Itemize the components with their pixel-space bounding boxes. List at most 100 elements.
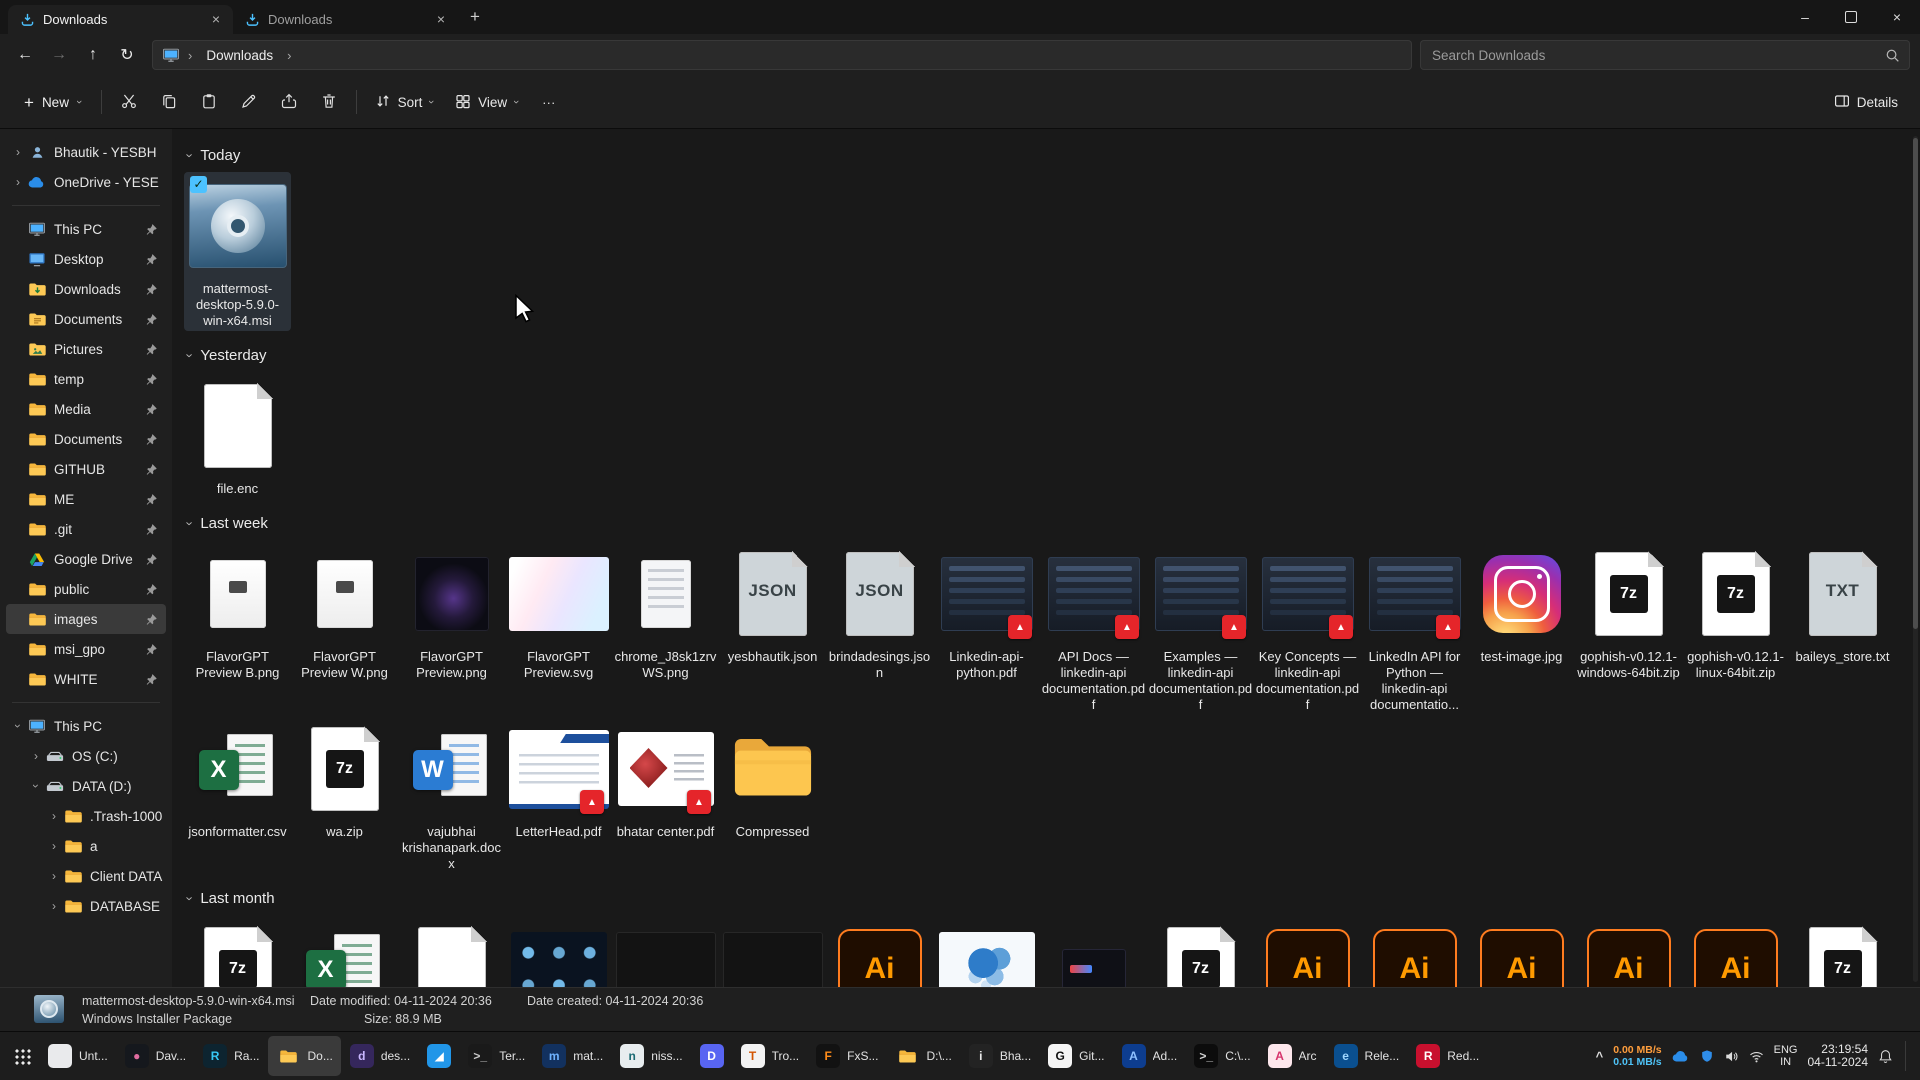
sidebar-item-a[interactable]: ›a xyxy=(6,831,166,861)
chevron-right-icon[interactable]: › xyxy=(46,809,62,823)
chevron-right-icon[interactable]: › xyxy=(28,749,44,763)
file-homem-aranha-cdr[interactable]: Homem_Aranha.cdr xyxy=(398,915,505,987)
sidebar-item-white[interactable]: WHITE xyxy=(6,664,166,694)
sort-button[interactable]: Sort › xyxy=(365,84,443,120)
refresh-button[interactable]: ↻ xyxy=(110,39,144,71)
file-key-concepts-linkedin-api-documentation-pdf[interactable]: ▲Key Concepts — linkedin-api documentati… xyxy=(1254,540,1361,715)
onedrive-icon[interactable] xyxy=(1672,1050,1690,1063)
paste-button[interactable] xyxy=(190,84,228,120)
file-adobestock-594399656-converted-ai[interactable]: AiAdobeStock_594399656 [Converted].ai xyxy=(826,915,933,987)
details-pane-button[interactable]: Details xyxy=(1824,84,1908,120)
sidebar-item-this-pc[interactable]: ›This PC xyxy=(6,711,166,741)
show-desktop-button[interactable] xyxy=(1905,1041,1910,1071)
minimize-button[interactable]: – xyxy=(1782,0,1828,34)
sidebar-item-client-data[interactable]: ›Client DATA xyxy=(6,861,166,891)
language-indicator[interactable]: ENG IN xyxy=(1774,1044,1798,1068)
file-linkedin-api-for-python-linkedin-api-documentatio[interactable]: ▲LinkedIn API for Python — linkedin-api … xyxy=(1361,540,1468,715)
security-shield-icon[interactable] xyxy=(1700,1049,1714,1063)
vertical-scrollbar[interactable] xyxy=(1913,136,1918,982)
file-wa-zip[interactable]: 7zwa.zip xyxy=(291,715,398,842)
taskbar-app-cmd[interactable]: >_C:\... xyxy=(1186,1036,1258,1076)
copy-button[interactable] xyxy=(150,84,188,120)
search-input[interactable] xyxy=(1430,47,1885,64)
chevron-down-icon[interactable]: › xyxy=(29,778,43,794)
scrollbar-thumb[interactable] xyxy=(1913,138,1918,629)
file-document-zip[interactable]: 7zDOCUMENT.zip xyxy=(1789,915,1896,987)
taskbar-app-adobe[interactable]: AAd... xyxy=(1114,1036,1186,1076)
file-brindadesings-json[interactable]: JSONbrindadesings.json xyxy=(826,540,933,683)
file-mattermost-desktop-5-9-0-win-x64-msi[interactable]: ✓mattermost-desktop-5.9.0-win-x64.msi xyxy=(184,172,291,331)
sidebar-item-pictures[interactable]: Pictures xyxy=(6,334,166,364)
group-header[interactable]: ›Last week xyxy=(188,515,1914,532)
sidebar-item-images[interactable]: images xyxy=(6,604,166,634)
file-compressed[interactable]: Compressed xyxy=(719,715,826,842)
sidebar-item-data-d[interactable]: ›DATA (D:) xyxy=(6,771,166,801)
taskbar-app-terminal[interactable]: >_Ter... xyxy=(460,1036,533,1076)
explorer-tab[interactable]: Downloads× xyxy=(8,5,233,34)
file-savewebzip-com-www-harness-io-zip[interactable]: 7zsavewebzip-com-www-harness-io.zip xyxy=(184,915,291,987)
delete-button[interactable] xyxy=(310,84,348,120)
file-chrome-j8sk1zrvws-png[interactable]: chrome_J8sk1zrvWS.png xyxy=(612,540,719,683)
taskbar-app-github[interactable]: GGit... xyxy=(1040,1036,1112,1076)
group-header[interactable]: ›Yesterday xyxy=(188,347,1914,364)
taskbar-app-vscode[interactable]: ◢ xyxy=(419,1036,459,1076)
more-options-button[interactable]: ··· xyxy=(530,84,568,120)
group-header[interactable]: ›Today xyxy=(188,147,1914,164)
chevron-down-icon[interactable]: › xyxy=(11,718,25,734)
sidebar-item-git[interactable]: .git xyxy=(6,514,166,544)
search-box[interactable] xyxy=(1420,40,1910,70)
sidebar-item-public[interactable]: public xyxy=(6,574,166,604)
sidebar-item-trash-1000[interactable]: ›.Trash-1000 xyxy=(6,801,166,831)
file-bhatar-center-pdf[interactable]: ▲bhatar center.pdf xyxy=(612,715,719,842)
file-rectangle-7-png[interactable]: Rectangle 7.png xyxy=(719,915,826,987)
tab-close-icon[interactable]: × xyxy=(432,11,450,29)
taskbar-app-start[interactable] xyxy=(6,1036,39,1076)
file-letterhead-pdf[interactable]: ▲LetterHead.pdf xyxy=(505,715,612,842)
sidebar-item-downloads[interactable]: Downloads xyxy=(6,274,166,304)
chevron-right-icon[interactable]: › xyxy=(10,145,26,159)
sidebar-item-temp[interactable]: temp xyxy=(6,364,166,394)
file-yesbhautik-json[interactable]: JSONyesbhautik.json xyxy=(719,540,826,667)
file-bhautik-png[interactable]: BHAUTIK.png xyxy=(1040,915,1147,987)
rename-button[interactable] xyxy=(230,84,268,120)
file-group-37-png[interactable]: Group 37.png xyxy=(505,915,612,987)
new-tab-button[interactable]: + xyxy=(462,4,488,30)
file-adobestock-594399656-copy-ai[interactable]: AiAdobeStock_594399656 - Copy.ai xyxy=(1575,915,1682,987)
file-adobestock-594399656-ai[interactable]: AiAdobeStock_594399656.ai xyxy=(1682,915,1789,987)
sidebar-item-me[interactable]: ME xyxy=(6,484,166,514)
file-yashvidotdev-assignmentrepo-main-zip[interactable]: 7zyashvidotdev_AssignmentRepo-main.zip xyxy=(1147,915,1254,987)
chevron-right-icon[interactable]: › xyxy=(46,899,62,913)
file-baileys-store-txt[interactable]: TXTbaileys_store.txt xyxy=(1789,540,1896,667)
file-file-enc[interactable]: file.enc xyxy=(184,372,291,499)
back-button[interactable]: ← xyxy=(8,39,42,71)
forward-button[interactable]: → xyxy=(42,39,76,71)
sidebar-item-documents[interactable]: Documents xyxy=(6,424,166,454)
sidebar-item-os-c[interactable]: ›OS (C:) xyxy=(6,741,166,771)
taskbar-app-untitled[interactable]: Unt... xyxy=(40,1036,116,1076)
taskbar-app-nissan[interactable]: nniss... xyxy=(612,1036,690,1076)
file-flavorgpt-preview-w-png[interactable]: FlavorGPT Preview W.png xyxy=(291,540,398,683)
cut-button[interactable] xyxy=(110,84,148,120)
close-button[interactable]: × xyxy=(1874,0,1920,34)
file-flavorgpt-preview-b-png[interactable]: FlavorGPT Preview B.png xyxy=(184,540,291,683)
taskbar-app-release[interactable]: eRele... xyxy=(1326,1036,1408,1076)
sidebar-item-google-drive[interactable]: Google Drive xyxy=(6,544,166,574)
sidebar-item-onedrive-yese[interactable]: ›OneDrive - YESE xyxy=(6,167,166,197)
taskbar-app-mattermost[interactable]: mmat... xyxy=(534,1036,611,1076)
taskbar-app-rambox[interactable]: RRa... xyxy=(195,1036,267,1076)
taskbar-app-designer[interactable]: ddes... xyxy=(342,1036,418,1076)
up-button[interactable]: ↑ xyxy=(76,39,110,71)
taskbar-app-discord[interactable]: D xyxy=(692,1036,732,1076)
file-adobestock-594399656-converted-copy-ai[interactable]: AiAdobeStock_594399656 [Converted] copy.… xyxy=(1254,915,1361,987)
taskbar-app-trojan[interactable]: TTro... xyxy=(733,1036,808,1076)
taskbar-app-bhautik-app[interactable]: iBha... xyxy=(961,1036,1039,1076)
taskbar-app-davinci[interactable]: ●Dav... xyxy=(117,1036,194,1076)
breadcrumb-downloads[interactable]: Downloads xyxy=(200,46,279,65)
file-jsonformatter-csv[interactable]: Xjsonformatter.csv xyxy=(184,715,291,842)
share-button[interactable] xyxy=(270,84,308,120)
tray-chevron-up-icon[interactable]: ^ xyxy=(1596,1049,1604,1064)
group-header[interactable]: ›Last month xyxy=(188,890,1914,907)
chevron-right-icon[interactable]: › xyxy=(10,175,26,189)
volume-icon[interactable] xyxy=(1724,1049,1739,1064)
file-adobestock-684401528-ai[interactable]: AiAdobeStock_684401528.ai xyxy=(1468,915,1575,987)
